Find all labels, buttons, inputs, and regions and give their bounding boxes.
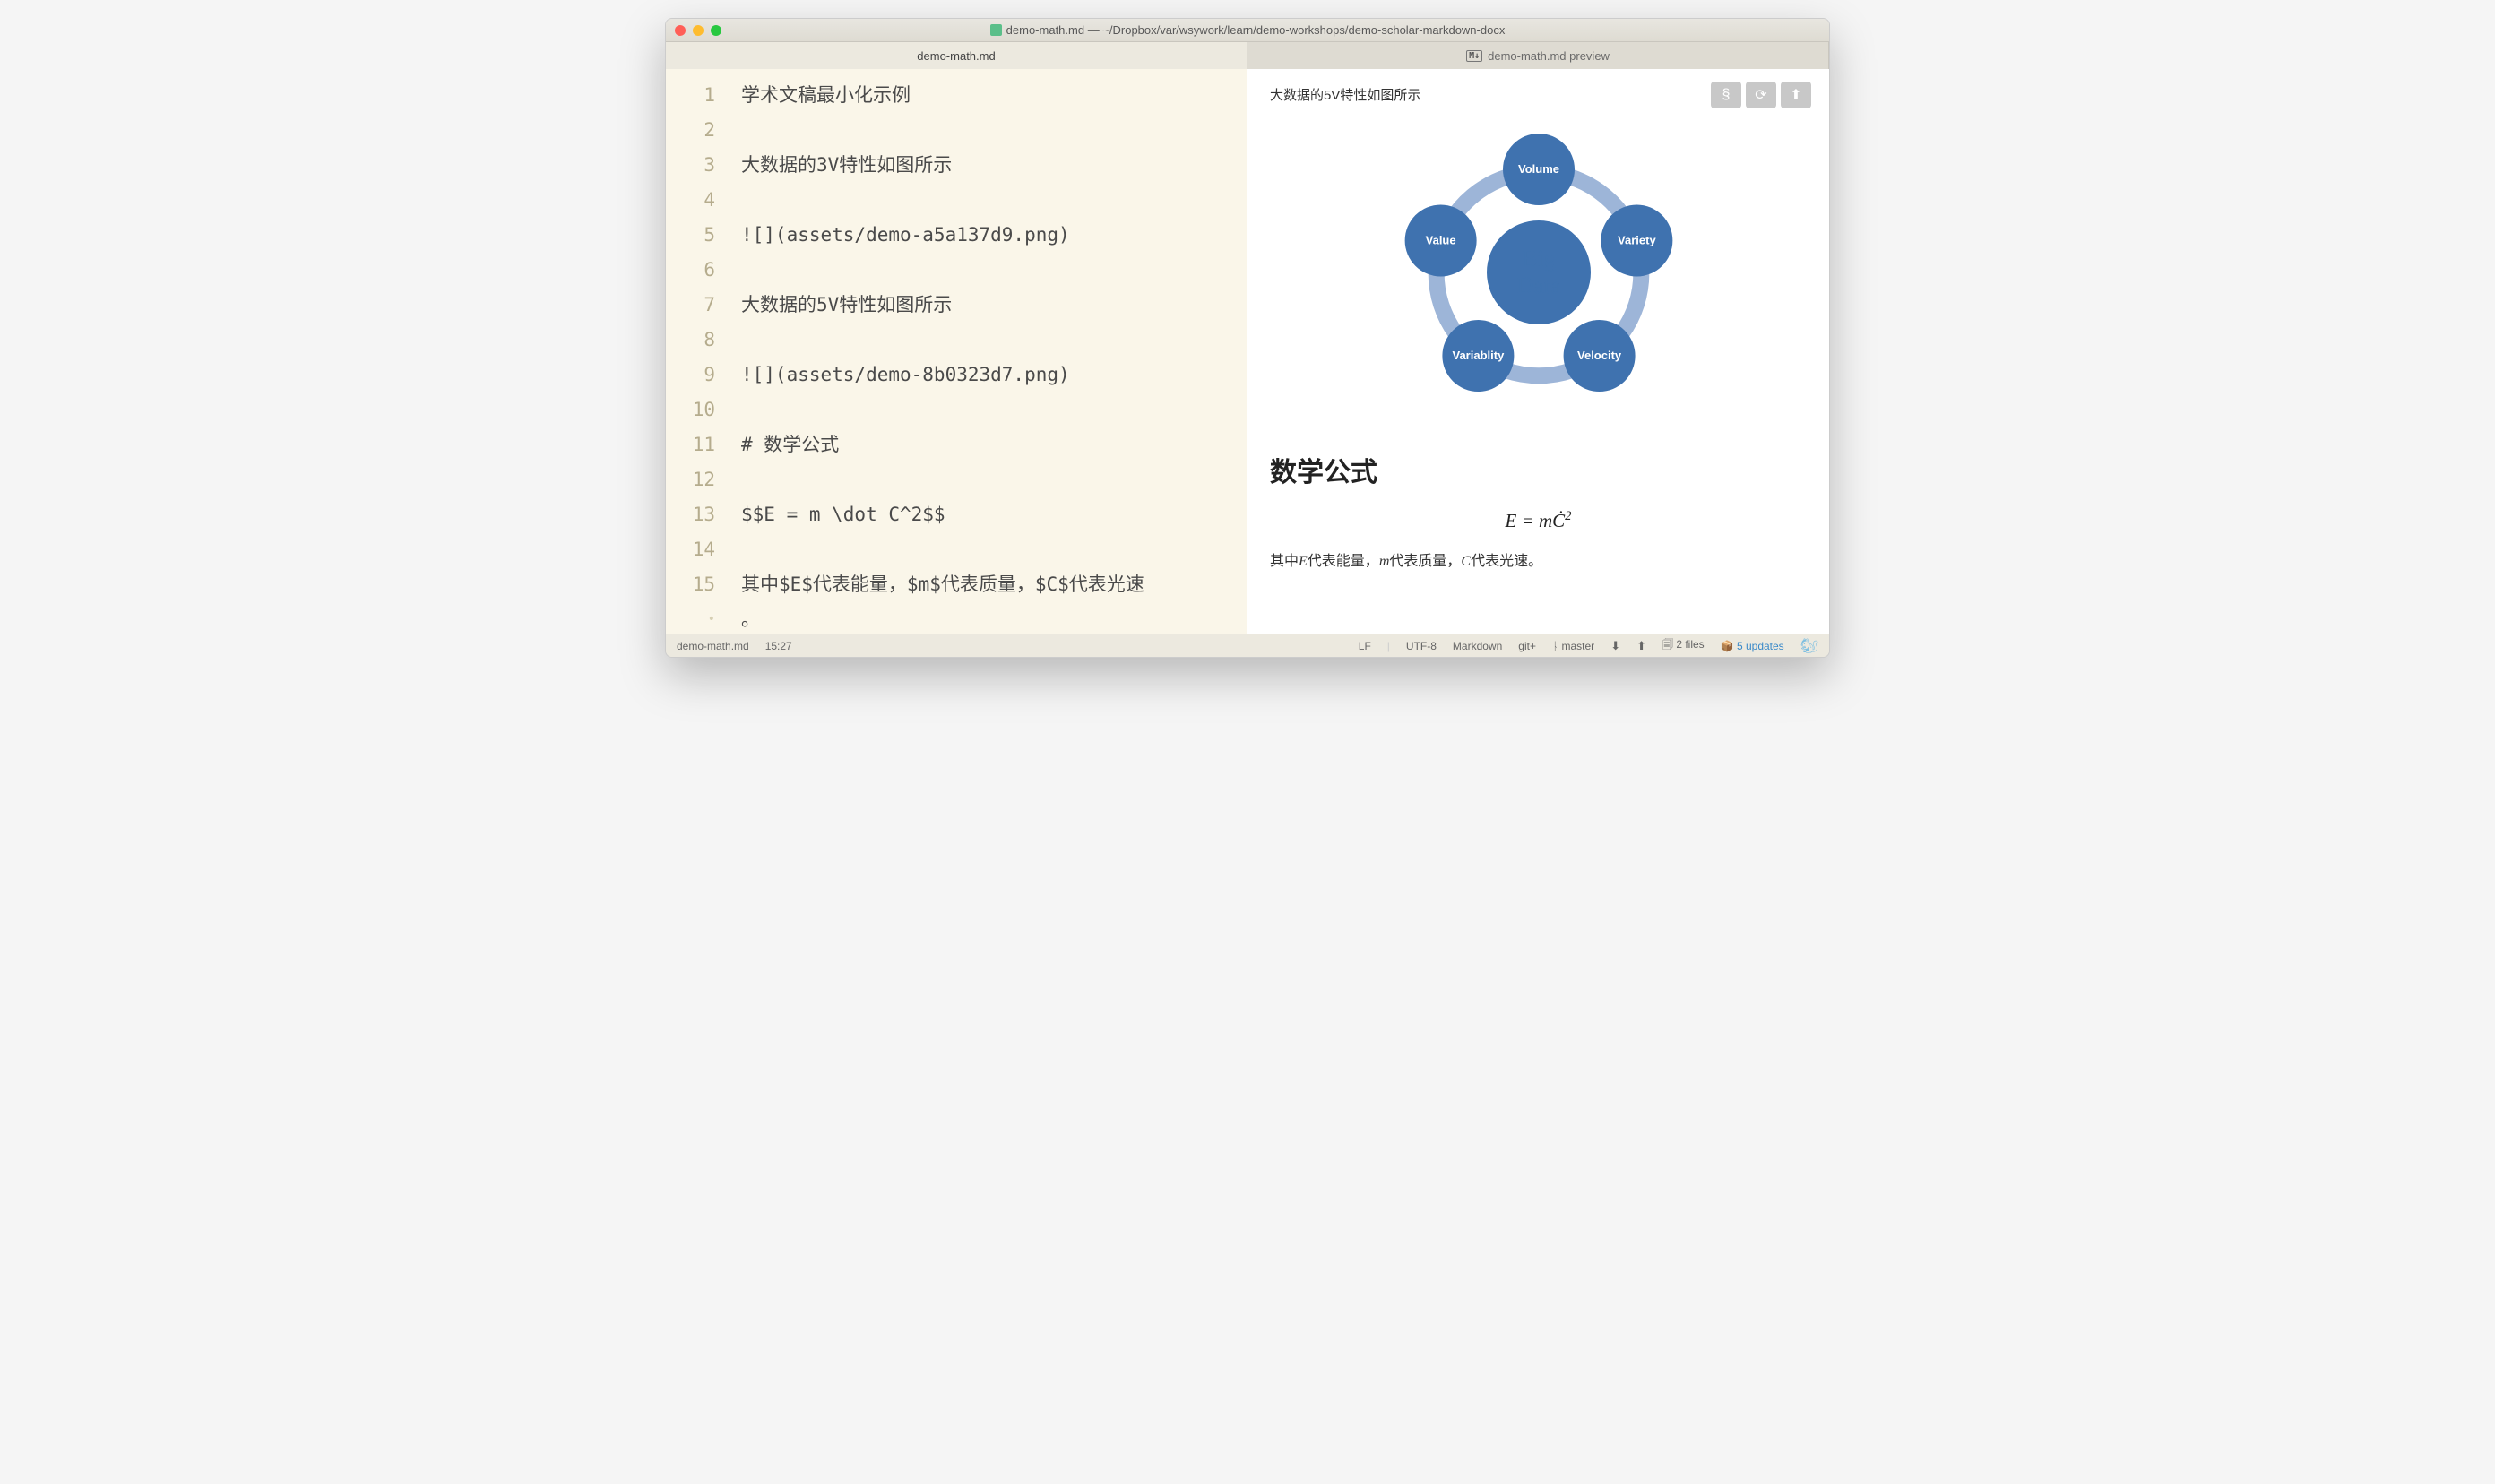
status-lang[interactable]: Markdown xyxy=(1453,640,1502,652)
status-files[interactable]: 🗐 2 files xyxy=(1662,636,1705,655)
titlebar: demo-math.md — ~/Dropbox/var/wsywork/lea… xyxy=(666,19,1829,42)
line-number: • xyxy=(666,602,715,634)
code-line[interactable] xyxy=(741,253,1237,288)
minimize-icon[interactable] xyxy=(693,25,704,36)
line-number: 4 xyxy=(666,183,715,218)
line-number: 12 xyxy=(666,462,715,497)
center-text-1: Big xyxy=(1522,246,1556,272)
code-line[interactable]: 学术文稿最小化示例 xyxy=(741,78,1237,113)
status-eol[interactable]: LF xyxy=(1359,640,1371,652)
preview-toolbar: § ⟳ ⬆ xyxy=(1711,82,1811,108)
status-encoding[interactable]: UTF-8 xyxy=(1406,640,1437,652)
window-title: demo-math.md — ~/Dropbox/var/wsywork/lea… xyxy=(1006,23,1506,37)
tab-editor-label: demo-math.md xyxy=(917,49,995,63)
fetch-up-icon[interactable]: ⬆ xyxy=(1636,639,1646,653)
line-number: 8 xyxy=(666,323,715,358)
code-line[interactable] xyxy=(741,183,1237,218)
status-git[interactable]: git+ xyxy=(1518,640,1536,652)
diagram-node-label: Variablity xyxy=(1452,349,1505,362)
code-line[interactable]: ![](assets/demo-8b0323d7.png) xyxy=(741,358,1237,393)
diagram-node-label: Variety xyxy=(1618,233,1656,246)
code-line[interactable] xyxy=(741,323,1237,358)
code-line[interactable]: 其中$E$代表能量，$m$代表质量，$C$代表光速 xyxy=(741,567,1237,602)
fetch-down-icon[interactable]: ⬇ xyxy=(1610,639,1620,653)
diagram-node-label: Volume xyxy=(1518,162,1559,176)
line-number: 11 xyxy=(666,427,715,462)
code-line[interactable]: ![](assets/demo-a5a137d9.png) xyxy=(741,218,1237,253)
window-controls xyxy=(675,25,721,36)
line-number: 15 xyxy=(666,567,715,602)
tab-editor[interactable]: demo-math.md xyxy=(666,42,1248,69)
line-number: 14 xyxy=(666,532,715,567)
status-cursor[interactable]: 15:27 xyxy=(765,640,792,652)
code-line[interactable] xyxy=(741,532,1237,567)
section-icon[interactable]: § xyxy=(1711,82,1741,108)
line-number: 7 xyxy=(666,288,715,323)
equation: E = mĊ2 xyxy=(1270,509,1807,532)
refresh-icon[interactable]: ⟳ xyxy=(1746,82,1776,108)
line-number: 5 xyxy=(666,218,715,253)
big-data-diagram: Big Data Volume Variety Velocity Variablity… xyxy=(1270,120,1807,425)
center-text-2: Data xyxy=(1516,272,1561,298)
tab-preview-label: demo-math.md preview xyxy=(1488,49,1610,63)
line-number: 9 xyxy=(666,358,715,393)
line-number: 1 xyxy=(666,78,715,113)
code-line[interactable]: 大数据的5V特性如图所示 xyxy=(741,288,1237,323)
markdown-icon: M↓ xyxy=(1466,50,1482,62)
status-branch[interactable]: ᚿ master xyxy=(1552,640,1594,652)
file-icon xyxy=(990,24,1002,36)
editor-pane[interactable]: 123456789101112131415•16 学术文稿最小化示例大数据的3V… xyxy=(666,69,1248,634)
content-area: 123456789101112131415•16 学术文稿最小化示例大数据的3V… xyxy=(666,69,1829,634)
code-line[interactable]: $$E = m \dot C^2$$ xyxy=(741,497,1237,532)
close-icon[interactable] xyxy=(675,25,686,36)
code-line[interactable]: 大数据的3V特性如图所示 xyxy=(741,148,1237,183)
line-gutter: 123456789101112131415•16 xyxy=(666,69,730,634)
code-area[interactable]: 学术文稿最小化示例大数据的3V特性如图所示 ![](assets/demo-a5a… xyxy=(730,69,1248,634)
line-number: 2 xyxy=(666,113,715,148)
status-indent[interactable]: | xyxy=(1387,640,1390,652)
tabbar: demo-math.md M↓ demo-math.md preview xyxy=(666,42,1829,69)
status-file[interactable]: demo-math.md xyxy=(677,640,749,652)
line-number: 10 xyxy=(666,393,715,427)
preview-heading: 数学公式 xyxy=(1270,450,1807,489)
code-line[interactable]: 。 xyxy=(741,602,1237,634)
app-window: demo-math.md — ~/Dropbox/var/wsywork/lea… xyxy=(665,18,1830,658)
code-line[interactable] xyxy=(741,393,1237,427)
scroll-top-icon[interactable]: ⬆ xyxy=(1781,82,1811,108)
code-line[interactable] xyxy=(741,113,1237,148)
preview-body: 其中E代表能量，m代表质量，C代表光速。 xyxy=(1270,548,1807,570)
window-title-wrap: demo-math.md — ~/Dropbox/var/wsywork/lea… xyxy=(666,23,1829,37)
statusbar: demo-math.md 15:27 LF | UTF-8 Markdown g… xyxy=(666,634,1829,657)
line-number: 13 xyxy=(666,497,715,532)
preview-pane: § ⟳ ⬆ 大数据的5V特性如图所示 Big Data VolumeVariet… xyxy=(1248,69,1829,634)
status-updates[interactable]: 📦 5 updates xyxy=(1721,640,1784,652)
diagram-node-label: Velocity xyxy=(1577,349,1622,362)
line-number: 6 xyxy=(666,253,715,288)
code-line[interactable] xyxy=(741,462,1237,497)
zoom-icon[interactable] xyxy=(711,25,721,36)
code-line[interactable]: # 数学公式 xyxy=(741,427,1237,462)
status-right: LF | UTF-8 Markdown git+ ᚿ master ⬇ ⬆ 🗐 … xyxy=(1359,636,1818,655)
line-number: 3 xyxy=(666,148,715,183)
tab-preview[interactable]: M↓ demo-math.md preview xyxy=(1248,42,1829,69)
diagram-node-label: Value xyxy=(1425,233,1455,246)
status-left: demo-math.md 15:27 xyxy=(677,640,792,652)
squirrel-icon[interactable]: 🐿 xyxy=(1800,637,1818,655)
